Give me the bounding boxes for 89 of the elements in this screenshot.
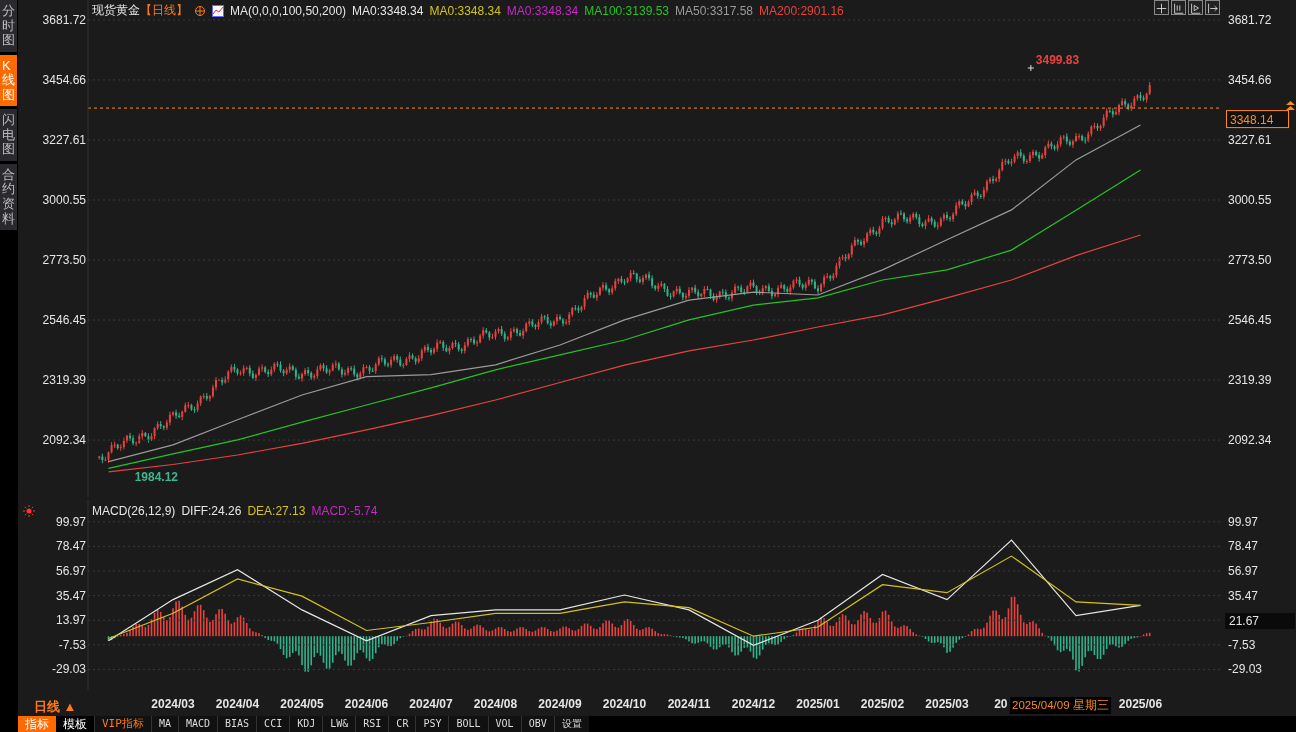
axis-label: 13.97	[55, 613, 86, 628]
indicator-label: MA(0,0,0,100,50,200)	[230, 3, 347, 18]
current-value-tag: 21.67	[1225, 613, 1295, 629]
axis-label: 2024/12	[731, 697, 776, 711]
axis-label: -7.53	[58, 637, 86, 652]
legend-value: MA0:3348.34	[506, 3, 579, 18]
axis-label: 3000.55	[1228, 193, 1272, 207]
indicator-button[interactable]: CCI	[256, 716, 290, 732]
axis-label: 99.97	[1228, 514, 1259, 529]
axis-label: 99.97	[55, 514, 86, 529]
cursor-date-label: 2025/04/09 星期三	[1010, 697, 1111, 714]
axis-label: 2025/02	[860, 697, 905, 711]
axis-label: 2092.34	[1228, 433, 1272, 448]
axis-label: 20	[994, 697, 1008, 711]
up-arrow-icon	[1286, 101, 1295, 110]
axis-label: 2546.45	[1228, 313, 1272, 327]
axis-label: 2024/10	[602, 697, 647, 711]
high-marker-icon	[1027, 64, 1035, 72]
axis-label: 2025/03	[925, 697, 969, 711]
axis-label: 2024/03	[151, 697, 195, 711]
chart-tool-button[interactable]	[1171, 0, 1186, 15]
indicator-button[interactable]: BOLL	[448, 716, 488, 732]
chart-title: 现货黄金	[92, 2, 140, 19]
high-price-label: 3499.83	[1035, 53, 1080, 67]
axis-label: 3000.55	[42, 193, 86, 207]
play-tool-button[interactable]	[1188, 0, 1203, 15]
axis-label: 3454.66	[1228, 72, 1272, 87]
axis-label: 35.47	[55, 588, 86, 603]
line-chart-icon	[212, 4, 224, 17]
axis-label: 56.97	[55, 564, 86, 578]
axis-label: 78.47	[1228, 539, 1259, 554]
axis-label: 2024/04	[215, 697, 260, 711]
axis-label: 3681.72	[42, 12, 86, 27]
axis-label: 2024/09	[538, 697, 582, 711]
axis-label: 2319.39	[1228, 373, 1272, 388]
axis-label: 2024/07	[409, 697, 453, 711]
last-price-tag: 3348.14	[1226, 110, 1289, 129]
indicator-button[interactable]: VOL	[487, 716, 521, 732]
axis-label: -7.53	[1228, 637, 1256, 652]
axis-label: 56.97	[1228, 564, 1259, 578]
legend-value: MA0:3348.34	[429, 3, 501, 18]
legend-value: DEA:27.13	[247, 504, 306, 518]
axis-label: -29.03	[51, 662, 86, 677]
axis-label: 3227.61	[1228, 132, 1272, 147]
indicator-button[interactable]: LW&	[322, 716, 356, 732]
indicator-button[interactable]: VIP指标	[94, 716, 151, 732]
crosshair-tool-button[interactable]	[1154, 0, 1169, 15]
indicator-button[interactable]: BIAS	[217, 716, 257, 732]
axis-label: 2024/05	[280, 697, 324, 711]
sidebar-tab[interactable]: 分时图	[0, 0, 17, 52]
axis-label: 2024/08	[473, 697, 518, 711]
axis-label: 2025/06	[1118, 697, 1163, 711]
legend-value: MA200:2901.16	[759, 3, 844, 18]
axis-label: 2319.39	[42, 373, 86, 388]
axis-label: 2092.34	[42, 433, 86, 448]
crosshair-icon	[194, 4, 206, 17]
axis-label: 78.47	[55, 539, 86, 554]
legend-value: DIFF:24.26	[181, 504, 242, 518]
axis-label: 2546.45	[42, 313, 86, 327]
legend-value: MA100:3139.53	[584, 3, 669, 18]
legend-value: MA50:3317.58	[675, 3, 754, 18]
axis-label: -29.03	[1228, 662, 1263, 677]
axis-label: 35.47	[1228, 588, 1259, 603]
axis-label: 3227.61	[42, 132, 86, 147]
move-right-tool-button[interactable]	[1205, 0, 1220, 15]
indicator-button[interactable]: 设置	[553, 716, 589, 732]
sidebar-tab[interactable]: 闪电图	[0, 109, 17, 161]
axis-label: 2773.50	[1228, 253, 1272, 267]
indicator-button[interactable]: MACD	[177, 716, 217, 732]
axis-label: 2025/01	[796, 697, 840, 711]
sun-icon	[23, 505, 35, 517]
indicator-button[interactable]: PSY	[415, 716, 449, 732]
period-label: 【日线】	[140, 2, 188, 19]
legend-value: MACD:-5.74	[311, 504, 378, 518]
axis-label: 2024/11	[667, 697, 711, 711]
axis-label: 2773.50	[42, 253, 86, 267]
indicator-button[interactable]: CR	[388, 716, 416, 732]
axis-label: 3681.72	[1228, 12, 1272, 27]
axis-label: 3454.66	[42, 72, 86, 87]
indicator-button[interactable]: OBV	[520, 716, 554, 732]
legend-value: MA0:3348.34	[352, 3, 424, 18]
low-price-label: 1984.12	[134, 469, 178, 484]
sidebar-tab[interactable]: 合约资料	[0, 163, 17, 231]
indicator-button[interactable]: MA	[150, 716, 178, 732]
axis-label: 2024/06	[344, 697, 389, 711]
indicator-button[interactable]: RSI	[355, 716, 389, 732]
period-selector[interactable]: 日线 ▲	[34, 698, 77, 716]
indicator-button[interactable]: KDJ	[289, 716, 323, 732]
indicator-label: MACD(26,12,9)	[92, 504, 176, 518]
